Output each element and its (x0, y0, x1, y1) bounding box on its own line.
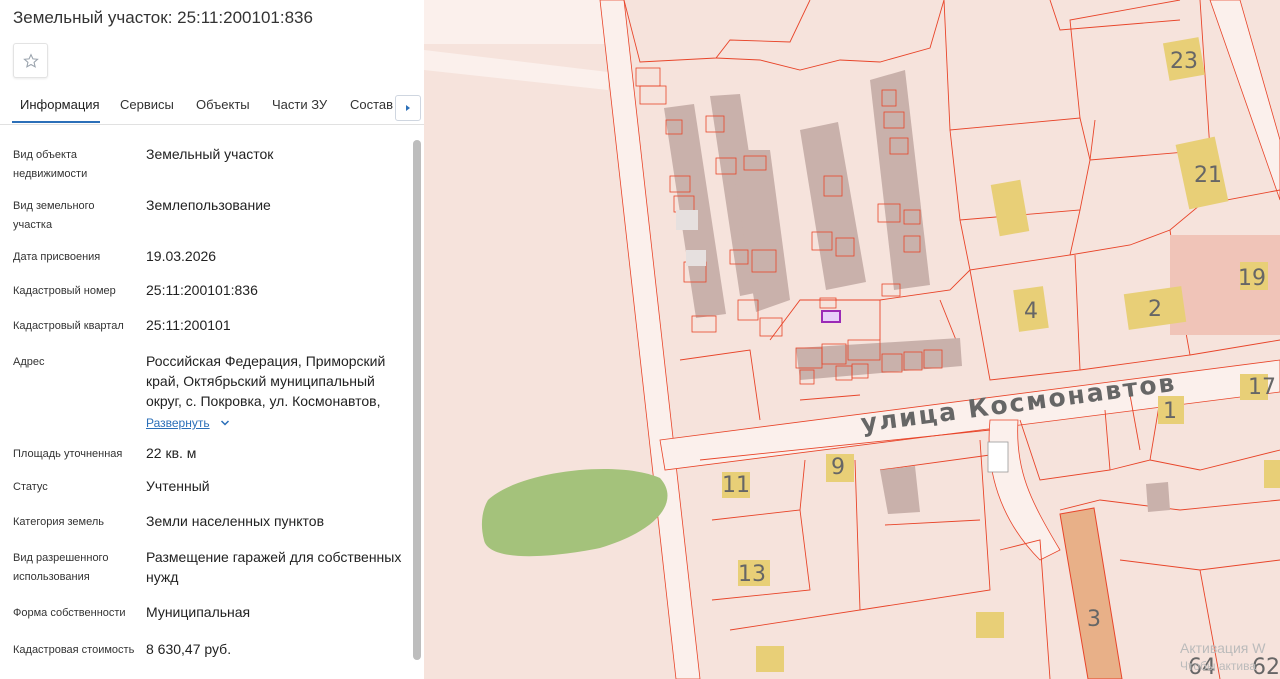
house-number-label: 17 (1248, 375, 1276, 400)
panel-scrollbar[interactable] (413, 140, 421, 660)
info-panel: Земельный участок: 25:11:200101:836 Инфо… (0, 0, 424, 679)
house-number-label: 1 (1163, 399, 1177, 424)
house-number-label: 9 (831, 455, 845, 480)
house-number-label: 21 (1194, 163, 1222, 188)
field-value: Землепользование (146, 197, 271, 213)
field-value: Учтенный (146, 478, 210, 494)
tab-parts[interactable]: Части ЗУ (272, 97, 327, 112)
field-label: Адрес (13, 356, 45, 368)
field-label: Категория земель (13, 516, 104, 528)
road-segment (424, 0, 608, 44)
house-number-label: 19 (1238, 266, 1266, 291)
field-value: 25:11:200101 (146, 317, 231, 333)
cadastral-map[interactable]: улица Космонавтов 23 21 19 4 2 17 1 9 11 13 3 64 62 (424, 0, 1280, 679)
field-label: Статус (13, 481, 48, 493)
field-label: Вид земельного участка (13, 200, 95, 231)
field-value: 25:11:200101:836 (146, 282, 258, 298)
star-icon (22, 52, 39, 68)
field-value: Земельный участок (146, 146, 274, 162)
shed (676, 210, 698, 230)
tab-services[interactable]: Сервисы (120, 97, 174, 112)
shed (987, 441, 1009, 473)
field-label: Площадь уточненная (13, 448, 123, 460)
selected-parcel[interactable] (821, 310, 841, 323)
tabs-next-button[interactable] (395, 95, 421, 121)
field-label: Вид разрешенного использования (13, 552, 109, 583)
map-canvas[interactable]: улица Космонавтов 2321194 217191113364 62 (424, 0, 1280, 679)
tab-bar: Информация Сервисы Объекты Части ЗУ Сост… (0, 86, 424, 125)
house-number-label: 11 (722, 473, 750, 498)
field-value: Размещение гаражей для собственных нужд (146, 549, 402, 585)
chevron-down-icon[interactable] (220, 419, 230, 427)
house-number-label: 4 (1024, 299, 1038, 324)
tab-info[interactable]: Информация (20, 97, 100, 112)
favorite-button[interactable] (13, 43, 48, 78)
field-value: Земли населенных пунктов (146, 513, 325, 529)
activation-watermark: Активация W (1180, 640, 1266, 656)
field-label: Дата присвоения (13, 251, 101, 263)
shed (686, 250, 706, 266)
house-number-label: 23 (1170, 49, 1198, 74)
expand-link[interactable]: Развернуть (146, 412, 404, 433)
address-value-wrap: Российская Федерация, Приморский край, О… (146, 351, 404, 433)
page-title: Земельный участок: 25:11:200101:836 (13, 8, 313, 27)
field-label: Кадастровая стоимость (13, 644, 135, 656)
field-value: 19.03.2026 (146, 248, 217, 264)
field-label: Кадастровый квартал (13, 320, 124, 332)
chevron-right-icon (406, 105, 410, 111)
house-number-label: 13 (738, 562, 766, 587)
house-number-label: 62 (1252, 655, 1280, 679)
expand-label[interactable]: Развернуть (146, 416, 210, 430)
field-label: Форма собственности (13, 607, 126, 619)
field-label: Вид объекта недвижимости (13, 149, 88, 180)
field-value: 8 630,47 руб. (146, 641, 232, 657)
house-number-label: 3 (1087, 607, 1101, 632)
house-number-label: 2 (1148, 297, 1162, 322)
active-tab-indicator (12, 121, 100, 123)
field-value: 22 кв. м (146, 445, 197, 461)
tab-objects[interactable]: Объекты (196, 97, 250, 112)
field-label: Кадастровый номер (13, 285, 116, 297)
tab-composition[interactable]: Состав (350, 97, 393, 112)
field-value: Муниципальная (146, 604, 251, 620)
activation-watermark-sub: Чтобы актива (1180, 659, 1257, 673)
address-value: Российская Федерация, Приморский край, О… (146, 353, 386, 409)
